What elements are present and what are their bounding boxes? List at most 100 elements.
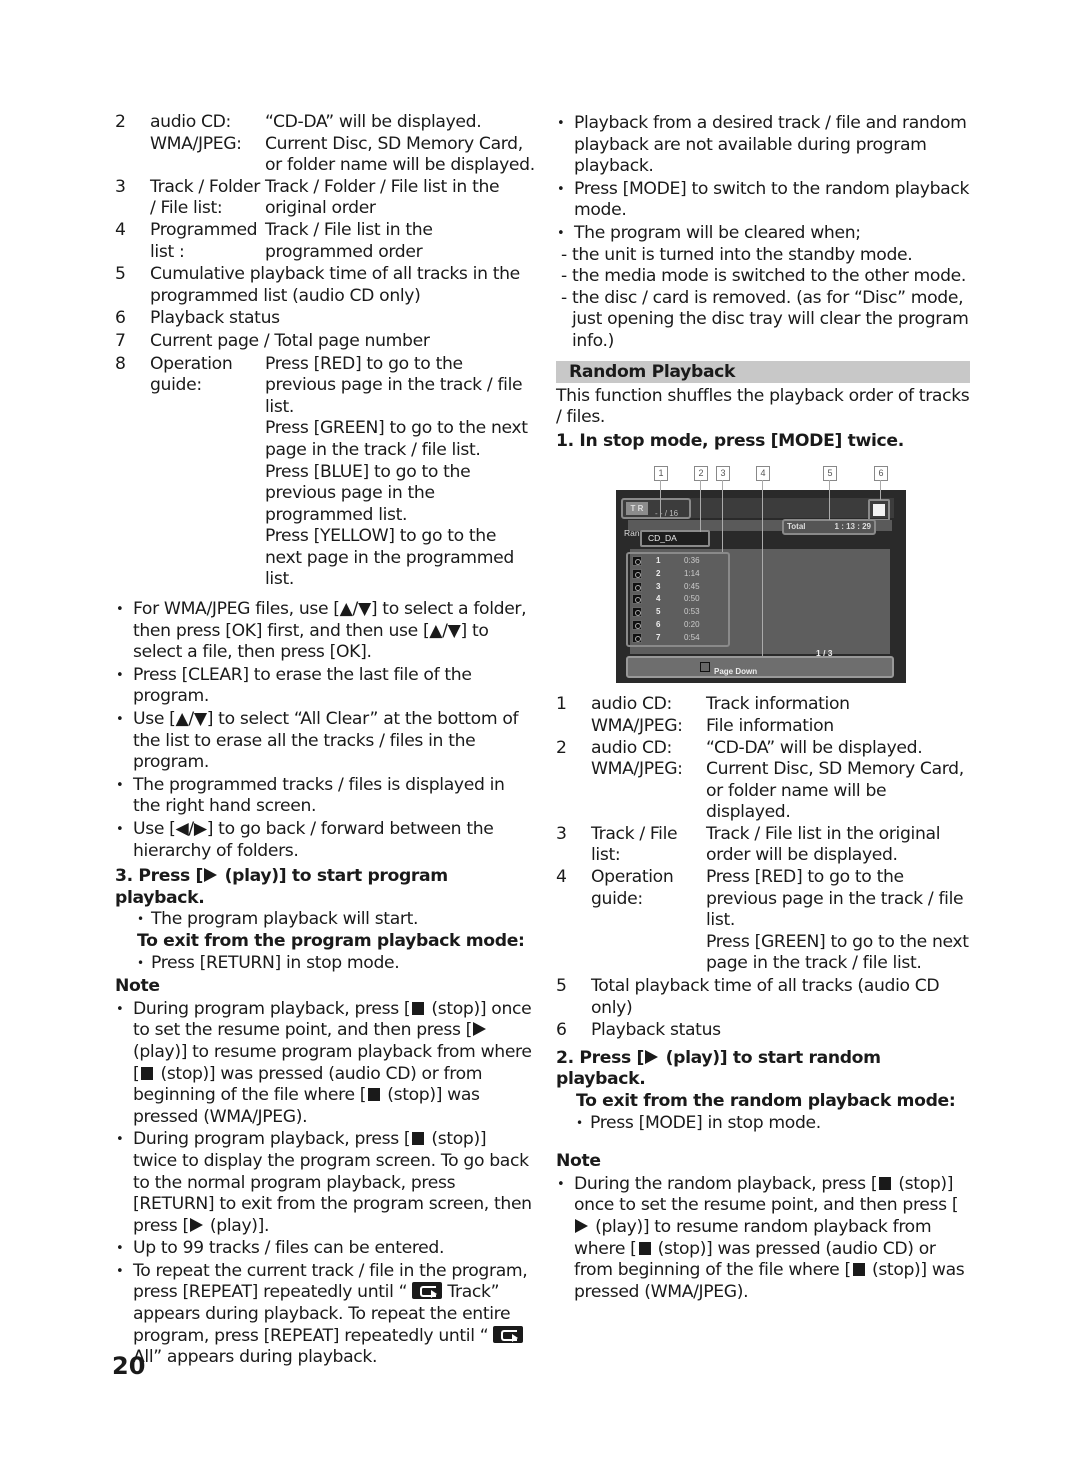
legend-definition: File information xyxy=(706,715,834,736)
operation-guide-bar: Page Down xyxy=(626,656,894,679)
legend-term: audio CD: xyxy=(150,112,231,132)
track-time: 0:20 xyxy=(684,619,700,629)
list-item: • The program will be cleared when; xyxy=(556,223,970,245)
legend-term: audio CD: xyxy=(591,694,672,715)
exit-heading: To exit from the program playback mode: xyxy=(137,930,525,951)
stop-icon xyxy=(141,1066,154,1080)
legend-definition: Playback status xyxy=(150,308,280,329)
track-number: 3 xyxy=(656,581,661,591)
list-item: • Playback from a desired track / file an… xyxy=(556,113,970,178)
callout-6: 6 xyxy=(874,466,888,482)
legend-definition: Press [GREEN] to go to the next page in … xyxy=(706,931,969,974)
osd-screen: T R - - / 16 Random CD_DA Total 1 : 13 :… xyxy=(616,490,906,684)
legend-definition: Current page / Total page number xyxy=(150,330,430,351)
legend-item-1: 1 audio CD: Track information WMA/JPEG: Fi… xyxy=(556,694,970,737)
bullet-text: Press [MODE] to switch to the random pla… xyxy=(574,178,970,221)
list-item: • The programmed tracks / files is displa… xyxy=(115,775,535,818)
step-2-body: To exit from the random playback mode: •… xyxy=(556,1091,970,1134)
legend-number: 7 xyxy=(115,330,126,351)
stop-icon xyxy=(412,1132,425,1146)
play-icon xyxy=(189,1217,203,1232)
legend-item-7: 7 Current page / Total page number xyxy=(115,331,535,353)
exit-bullet: Press [MODE] in stop mode. xyxy=(590,1112,821,1133)
note-heading: Note xyxy=(115,976,160,997)
page-number: 20 xyxy=(112,1352,146,1380)
disc-name-box: CD_DA xyxy=(640,530,710,548)
track-time: 0:53 xyxy=(684,607,700,617)
step-3-heading: 3. Press [ (play)] to start program play… xyxy=(115,866,448,908)
legend-definition: Cumulative playback time of all tracks i… xyxy=(150,264,520,306)
page-down-label: Page Down xyxy=(714,667,758,677)
list-item: • Use [▲/▼] to select “All Clear” at the … xyxy=(115,709,535,774)
legend-item-8: 8 Operation guide: Press [RED] to go to … xyxy=(115,354,535,592)
exit-heading: To exit from the random playback mode: xyxy=(576,1091,956,1111)
step-1-heading: 1. In stop mode, press [MODE] twice. xyxy=(556,430,904,451)
track-time: 0:50 xyxy=(684,594,700,604)
bullet-text: The program will be cleared when; xyxy=(574,222,861,243)
legend-term: Track / File list: xyxy=(591,823,678,866)
section-heading-random-playback: Random Playback xyxy=(556,360,970,383)
legend-item-3: 3 Track / Folder / File list: Track / Fo… xyxy=(115,177,535,220)
track-number: 7 xyxy=(656,632,661,642)
callout-line xyxy=(700,480,701,533)
legend-definition: Press [RED] to go to the previous page i… xyxy=(706,867,964,931)
random-playback-screen-diagram: 1 2 3 4 5 6 T R - - / 16 Random CD_DA To… xyxy=(616,460,916,690)
color-key-icon xyxy=(700,662,710,673)
list-item: • During program playback, press [ (stop… xyxy=(116,998,532,1127)
legend-number: 4 xyxy=(115,219,126,240)
track-number: 5 xyxy=(656,607,661,617)
legend-definition: Press [RED] to go to the previous page i… xyxy=(265,353,523,417)
legend-item-2: 2 audio CD: “CD-DA” will be displayed. WM… xyxy=(556,738,970,824)
play-icon xyxy=(575,1218,588,1233)
callout-line xyxy=(660,480,661,519)
audio-track-icon xyxy=(632,619,642,630)
legend-item-5: 5 Total playback time of all tracks (aud… xyxy=(556,976,970,1019)
audio-track-icon xyxy=(632,556,642,567)
legend-number: 6 xyxy=(115,308,126,329)
legend-item-2: 2 audio CD: “CD-DA” will be displayed. WM… xyxy=(115,112,535,177)
legend-definition: Playback status xyxy=(591,1020,721,1041)
legend-number: 6 xyxy=(556,1020,567,1041)
legend-term: WMA/JPEG: xyxy=(591,715,683,736)
stop-icon xyxy=(412,1001,425,1015)
track-time: 0:45 xyxy=(684,581,700,591)
stop-icon xyxy=(852,1263,865,1277)
total-label: Total xyxy=(787,522,806,532)
track-number: 6 xyxy=(656,619,661,629)
play-icon xyxy=(473,1022,487,1037)
legend-definition: “CD-DA” will be displayed. xyxy=(706,737,923,758)
bullet-text: For WMA/JPEG files, use [▲/▼] to select … xyxy=(133,599,527,663)
legend-number: 1 xyxy=(556,694,567,715)
legend-item-3: 3 Track / File list: Track / File list i… xyxy=(556,824,970,867)
legend-definition: Press [GREEN] to go to the next page in … xyxy=(265,418,528,460)
legend-definition: Track / Folder / File list in the origin… xyxy=(265,176,500,219)
track-info-box: T R - - / 16 xyxy=(621,498,691,520)
playback-status-box xyxy=(868,499,890,522)
bullet-text: Use [◀/▶] to go back / forward between t… xyxy=(133,819,494,861)
callout-5: 5 xyxy=(823,466,837,482)
legend-definition: Press [BLUE] to go to the previous page … xyxy=(265,461,471,525)
track-badge: T R xyxy=(626,502,648,516)
screen-legend-list: 2 audio CD: “CD-DA” will be displayed. WM… xyxy=(115,112,535,591)
track-time: 1:14 xyxy=(684,569,700,578)
play-icon xyxy=(645,1049,659,1064)
repeat-icon xyxy=(493,1325,524,1343)
legend-definition: Track / File list in the original order … xyxy=(706,823,941,866)
legend-definition: Total playback time of all tracks (audio… xyxy=(591,976,940,1018)
track-time: 0:54 xyxy=(684,632,700,642)
legend-number: 2 xyxy=(115,112,126,132)
list-item: • Use [◀/▶] to go back / forward between … xyxy=(115,819,535,862)
left-column: 2 audio CD: “CD-DA” will be displayed. WM… xyxy=(115,112,535,1369)
callout-2: 2 xyxy=(694,466,708,482)
stop-icon xyxy=(879,1176,892,1190)
step-bullet: The program playback will start. xyxy=(151,909,419,930)
right-column: • Playback from a desired track / file an… xyxy=(556,112,970,1303)
audio-track-icon xyxy=(632,607,642,618)
exit-bullet: Press [RETURN] in stop mode. xyxy=(151,952,400,973)
stop-icon xyxy=(638,1241,651,1255)
total-time-box: Total 1 : 13 : 29 xyxy=(782,519,876,536)
list-item: • Press [CLEAR] to erase the last file of… xyxy=(115,665,535,708)
note-list: • During the random playback, press [ (s… xyxy=(556,1174,970,1304)
legend-definition: Track information xyxy=(706,694,850,715)
screen-legend-list: 1 audio CD: Track information WMA/JPEG: Fi… xyxy=(556,694,970,1042)
